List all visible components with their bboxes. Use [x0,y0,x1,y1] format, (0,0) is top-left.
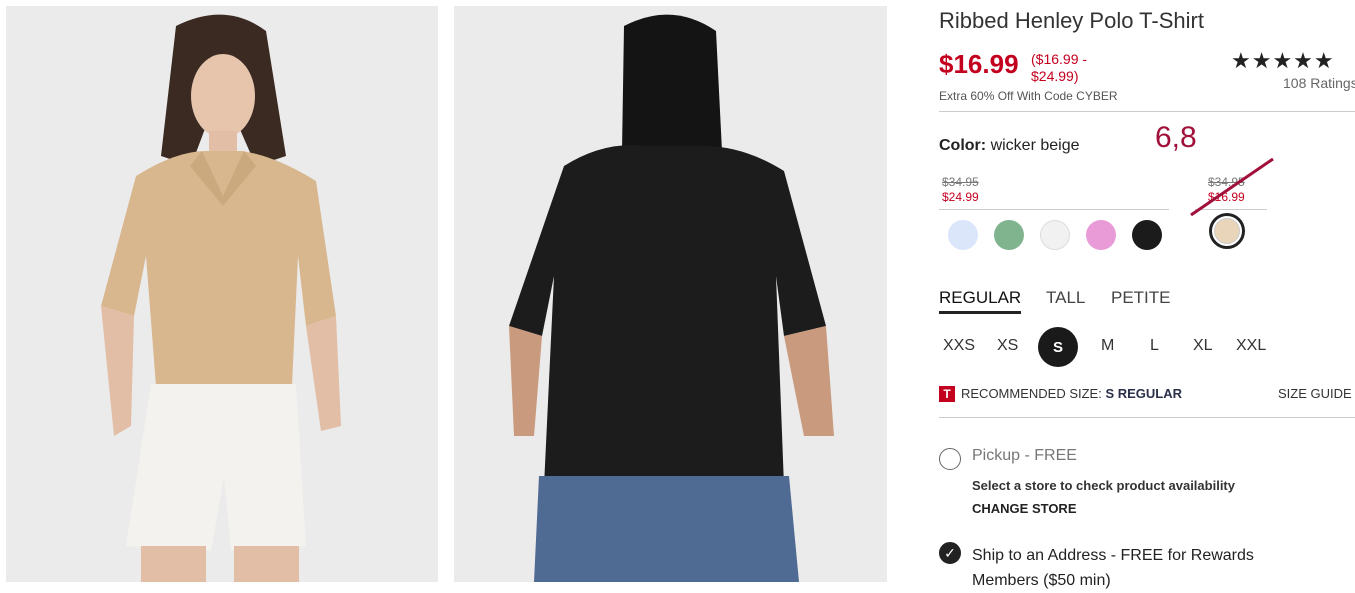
color-label-key: Color: [939,137,987,154]
divider [939,111,1355,112]
tab-regular[interactable]: REGULAR [939,288,1022,314]
ratings-count-link[interactable]: 108 Ratings [1283,75,1355,91]
divider [939,417,1355,418]
color-value: wicker beige [990,137,1080,154]
size-option-xxs[interactable]: XXS [943,337,975,355]
change-store-link[interactable]: CHANGE STORE [972,501,1077,516]
tab-petite[interactable]: PETITE [1111,288,1171,308]
size-option-xl[interactable]: XL [1193,337,1213,355]
product-title: Ribbed Henley Polo T-Shirt [939,8,1204,33]
ship-label[interactable]: Ship to an Address - FREE for Rewards Me… [972,543,1292,593]
color-label: Color: wicker beige [939,137,1080,155]
checkmark-icon: ✓ [944,544,956,561]
swatch-fill [1214,218,1240,244]
store-note: Select a store to check product availabi… [972,478,1235,493]
rating-stars[interactable]: ★★★★★ [1231,48,1335,74]
size-option-l[interactable]: L [1150,337,1159,355]
size-option-s-selected[interactable]: S [1038,327,1078,367]
tab-tall[interactable]: TALL [1046,288,1085,308]
color-swatch-wicker-beige-selected[interactable] [1209,213,1245,249]
price-range-line2: $24.99) [1031,68,1079,84]
color-swatch-green[interactable] [994,220,1024,250]
size-guide-link[interactable]: SIZE GUIDE [1278,386,1352,401]
product-info-panel: Ribbed Henley Polo T-Shirt $16.99 ($16.9… [939,0,1355,589]
price-group-1-rule [939,209,1169,210]
price-range-line1: ($16.99 - [1031,51,1088,67]
size-option-m[interactable]: M [1101,337,1114,355]
color-swatch-white[interactable] [1040,220,1070,250]
size-option-xxl[interactable]: XXL [1236,337,1266,355]
color-swatch-pink[interactable] [1086,220,1116,250]
recommended-size-value: S REGULAR [1105,386,1183,401]
size-option-xs[interactable]: XS [997,337,1018,355]
original-price: $34.95 [942,175,979,189]
group-price: $24.99 [942,190,979,204]
handwritten-annotation: 6,8 [1155,121,1197,154]
price-group-1: $34.95 $24.99 [942,175,979,205]
product-image-back[interactable] [454,6,887,582]
promo-text: Extra 60% Off With Code CYBER [939,89,1118,103]
color-swatch-light-blue[interactable] [948,220,978,250]
true-fit-badge-icon: T [939,386,955,402]
recommended-size-label: RECOMMENDED SIZE: [961,386,1102,401]
pickup-radio[interactable] [939,448,961,470]
ship-radio-checked[interactable]: ✓ [939,542,961,564]
price-range: ($16.99 - $24.99) [1031,51,1087,85]
sale-price: $16.99 [939,49,1019,79]
recommended-size[interactable]: RECOMMENDED SIZE: S REGULAR [961,386,1182,401]
pickup-label[interactable]: Pickup - FREE [972,447,1077,465]
color-swatch-black[interactable] [1132,220,1162,250]
annotation-strike-line [1190,157,1274,217]
product-image-front[interactable] [6,6,438,582]
